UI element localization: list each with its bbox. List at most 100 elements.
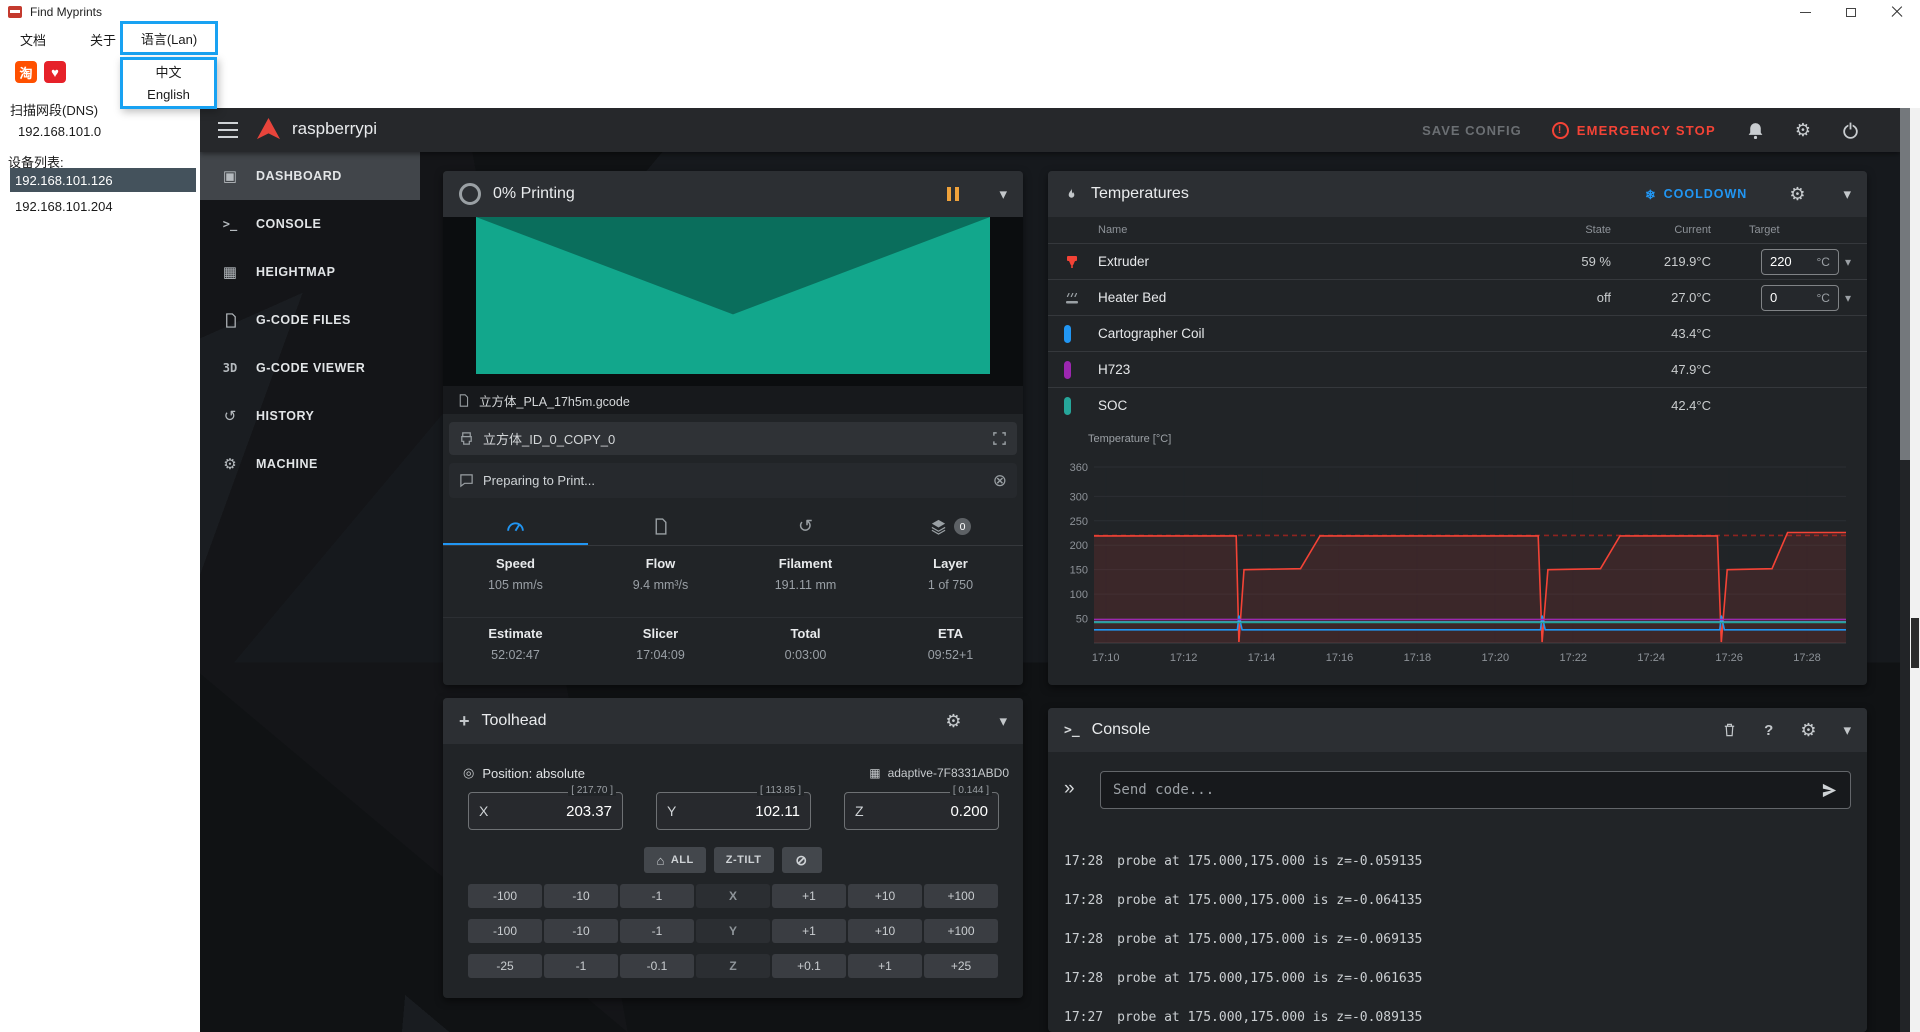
tab-history[interactable]: ↺ (733, 508, 878, 545)
close-button[interactable] (1874, 0, 1920, 24)
minimize-button[interactable] (1782, 0, 1828, 24)
heart-icon[interactable]: ♥ (44, 61, 66, 83)
jog-y-plus-10[interactable]: +10 (848, 919, 922, 943)
console-settings-gear-icon[interactable]: ⚙ (1800, 720, 1816, 741)
jog-z-minus-25[interactable]: -25 (468, 954, 542, 978)
alert-icon: ! (1552, 122, 1569, 139)
jog-x-minus-10[interactable]: -10 (544, 884, 618, 908)
web-scrollbar-thumb[interactable] (1900, 108, 1910, 460)
titlebar: Find Myprints (0, 0, 1920, 24)
svg-text:17:14: 17:14 (1248, 652, 1276, 664)
temperatures-collapse-chevron-icon[interactable]: ▾ (1843, 185, 1851, 203)
thermometer-icon-teal (1064, 397, 1071, 415)
device-item-selected[interactable]: 192.168.101.126 (10, 168, 196, 192)
x-position-field[interactable]: [ 217.70 ] X 203.37 (468, 792, 623, 830)
tab-layers[interactable]: 0 (878, 508, 1023, 545)
svg-text:17:18: 17:18 (1404, 652, 1432, 664)
sidebar-item-gcode-viewer[interactable]: 3D G-CODE VIEWER (200, 344, 420, 392)
send-code-input[interactable] (1113, 782, 1821, 798)
toolhead-settings-gear-icon[interactable]: ⚙ (945, 711, 961, 732)
extruder-target-input[interactable]: 220 °C (1761, 249, 1839, 275)
jog-z-minus-01[interactable]: -0.1 (620, 954, 694, 978)
device-item[interactable]: 192.168.101.204 (10, 194, 196, 218)
sidebar-item-machine[interactable]: ⚙ MACHINE (200, 440, 420, 488)
send-icon[interactable] (1821, 782, 1838, 799)
jog-y-minus-10[interactable]: -10 (544, 919, 618, 943)
heater-bed-target-dropdown-icon[interactable]: ▾ (1845, 291, 1851, 305)
power-icon[interactable] (1841, 121, 1860, 140)
maximize-button[interactable] (1828, 0, 1874, 24)
app-scrollbar[interactable] (1910, 108, 1920, 1032)
extruder-target-dropdown-icon[interactable]: ▾ (1845, 255, 1851, 269)
temperature-chart[interactable]: 17:1017:1217:1417:1617:1817:2017:2217:24… (1056, 447, 1856, 679)
svg-text:300: 300 (1070, 491, 1088, 503)
toolhead-collapse-chevron-icon[interactable]: ▾ (999, 712, 1007, 730)
shortcut-icons: 淘 ♥ (15, 61, 66, 83)
web-scrollbar[interactable] (1900, 108, 1910, 1032)
notifications-bell-icon[interactable] (1746, 121, 1765, 140)
progress-ring-icon (459, 183, 481, 205)
console-help-icon[interactable]: ? (1764, 722, 1773, 739)
language-option-chinese[interactable]: 中文 (123, 60, 214, 83)
console-collapse-chevron-icon[interactable]: ▾ (1843, 721, 1851, 739)
app-scrollbar-thumb[interactable] (1911, 618, 1919, 668)
console-expand-icon[interactable]: » (1064, 778, 1075, 800)
sidebar-item-gcode-files[interactable]: G-CODE FILES (200, 296, 420, 344)
sidebar-item-dashboard[interactable]: ▣ DASHBOARD (200, 152, 420, 200)
cooldown-button[interactable]: ❄ COOLDOWN (1645, 187, 1747, 202)
language-option-english[interactable]: English (123, 83, 214, 106)
save-config-button[interactable]: SAVE CONFIG (1422, 123, 1522, 138)
taobao-icon[interactable]: 淘 (15, 61, 37, 83)
z-position-field[interactable]: [ 0.144 ] Z 0.200 (844, 792, 999, 830)
dismiss-message-icon[interactable]: ⊗ (993, 471, 1007, 491)
temperatures-settings-gear-icon[interactable]: ⚙ (1789, 184, 1805, 205)
jog-x-plus-1[interactable]: +1 (772, 884, 846, 908)
jog-x-minus-100[interactable]: -100 (468, 884, 542, 908)
gcode-files-icon (218, 313, 242, 328)
menu-item-docs[interactable]: 文档 (10, 26, 56, 53)
device-panel: 扫描网段(DNS) 192.168.101.0 设备列表: 192.168.10… (0, 90, 200, 1032)
menu-item-language[interactable]: 语言(Lan) (120, 21, 218, 55)
home-all-button[interactable]: ⌂ ALL (644, 847, 705, 873)
svg-text:17:22: 17:22 (1559, 652, 1587, 664)
jog-y-minus-1[interactable]: -1 (620, 919, 694, 943)
jog-x-plus-10[interactable]: +10 (848, 884, 922, 908)
jog-z-plus-1[interactable]: +1 (848, 954, 922, 978)
sidebar-item-history[interactable]: ↺ HISTORY (200, 392, 420, 440)
tab-speed[interactable] (443, 508, 588, 545)
expand-fullscreen-icon[interactable] (992, 431, 1007, 446)
motors-off-button[interactable]: ⊘ (782, 847, 822, 873)
jog-y-plus-1[interactable]: +1 (772, 919, 846, 943)
y-position-field[interactable]: [ 113.85 ] Y 102.11 (656, 792, 811, 830)
print-panel-header: 0% Printing ▾ (443, 171, 1023, 217)
jog-z-plus-25[interactable]: +25 (924, 954, 998, 978)
send-code-field[interactable] (1100, 771, 1851, 809)
clear-console-trash-icon[interactable] (1722, 722, 1737, 738)
z-tilt-button[interactable]: Z-TILT (714, 847, 774, 873)
hamburger-menu-icon[interactable] (218, 122, 238, 138)
pause-button[interactable] (947, 187, 959, 201)
services-gear-icon[interactable]: ⚙ (1795, 120, 1811, 141)
job-row[interactable]: 立方体_ID_0_COPY_0 (449, 422, 1017, 455)
sidebar-item-console[interactable]: >_ CONSOLE (200, 200, 420, 248)
web-sidebar: ▣ DASHBOARD >_ CONSOLE ▦ HEIGHTMAP G-COD… (200, 152, 420, 1032)
jog-z-minus-1[interactable]: -1 (544, 954, 618, 978)
minimize-icon (1800, 12, 1811, 13)
sidebar-item-heightmap[interactable]: ▦ HEIGHTMAP (200, 248, 420, 296)
svg-text:50: 50 (1076, 614, 1088, 626)
heater-bed-target-input[interactable]: 0 °C (1761, 285, 1839, 311)
mesh-grid-icon: ▦ (869, 766, 880, 780)
tab-file-stats[interactable] (588, 508, 733, 545)
print-stat-tabs: ↺ 0 (443, 508, 1023, 546)
emergency-stop-button[interactable]: ! EMERGENCY STOP (1552, 122, 1716, 139)
print-collapse-chevron-icon[interactable]: ▾ (999, 185, 1007, 203)
jog-x-plus-100[interactable]: +100 (924, 884, 998, 908)
heater-bed-icon (1064, 290, 1098, 306)
active-mesh-name[interactable]: adaptive-7F8331ABD0 (888, 766, 1009, 780)
jog-y-minus-100[interactable]: -100 (468, 919, 542, 943)
gauge-icon (505, 516, 526, 537)
jog-x-minus-1[interactable]: -1 (620, 884, 694, 908)
jog-z-plus-01[interactable]: +0.1 (772, 954, 846, 978)
jog-y-plus-100[interactable]: +100 (924, 919, 998, 943)
gcode-viewer-3d-icon: 3D (218, 361, 242, 375)
